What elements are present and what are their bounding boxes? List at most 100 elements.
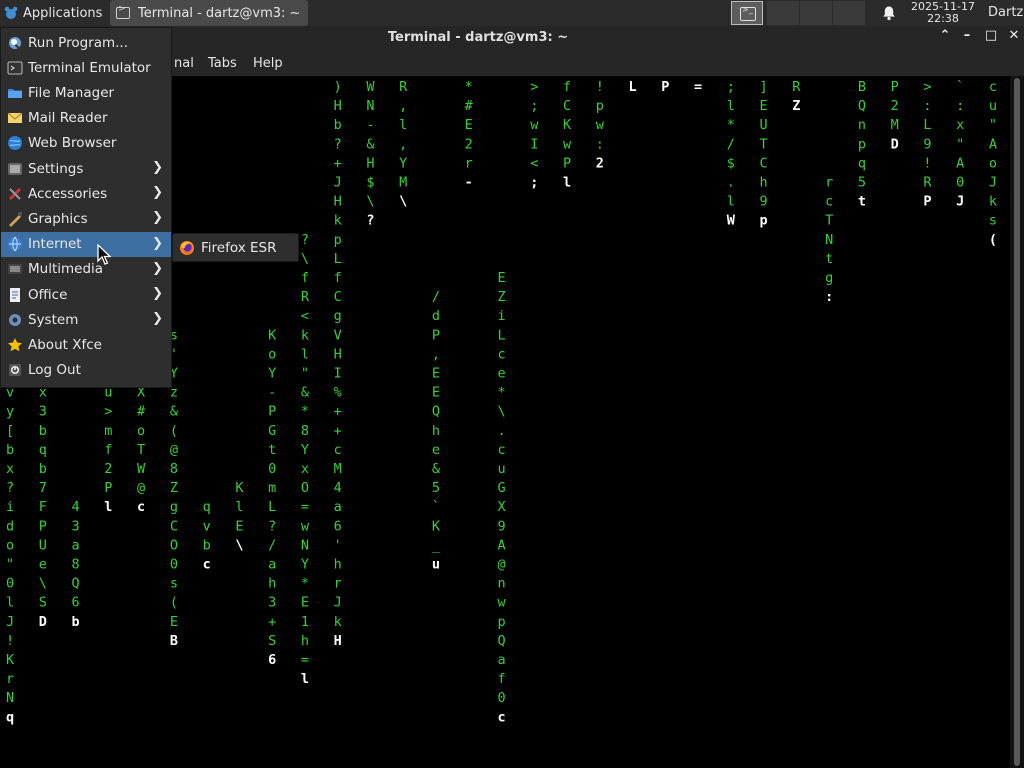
notification-bell-icon[interactable] xyxy=(881,5,897,21)
globe-icon xyxy=(8,136,22,151)
matrix-char: m xyxy=(268,480,276,496)
internet-submenu: Firefox ESR xyxy=(172,233,299,262)
terminal-icon xyxy=(740,5,756,21)
taskbar-terminal-button[interactable]: Terminal - dartz@vm3: ~ xyxy=(110,0,308,26)
maximize-icon[interactable]: □ xyxy=(982,28,1000,48)
app-menu-item-about-xfce[interactable]: About Xfce xyxy=(1,332,171,357)
matrix-char: q xyxy=(203,499,211,515)
workspace-4[interactable] xyxy=(833,1,865,25)
user-menu[interactable]: Dartz xyxy=(988,5,1023,20)
app-menu-item-multimedia[interactable]: Multimedia ❯ xyxy=(1,257,171,282)
scrollbar-thumb[interactable] xyxy=(1014,78,1020,766)
submenu-item-firefox[interactable]: Firefox ESR xyxy=(201,240,276,256)
app-menu-item-label: Mail Reader xyxy=(28,110,108,127)
app-menu-item-label: Run Program... xyxy=(28,34,129,51)
matrix-char: J xyxy=(334,175,342,191)
applications-menu-button[interactable]: Applications xyxy=(0,0,110,26)
matrix-char: $ xyxy=(366,175,374,191)
matrix-char: D xyxy=(39,614,47,630)
menu-tabs[interactable]: Tabs xyxy=(208,56,237,71)
app-menu-item-label: Graphics xyxy=(28,210,88,227)
matrix-char: ! xyxy=(923,155,931,171)
matrix-char: > xyxy=(923,79,931,95)
matrix-char: M xyxy=(399,175,407,191)
app-menu-item-system[interactable]: System ❯ xyxy=(1,307,171,332)
matrix-char: q xyxy=(6,709,14,725)
close-icon[interactable]: ✕ xyxy=(1005,28,1023,48)
system-icon xyxy=(9,313,21,326)
matrix-char: \ xyxy=(399,194,407,210)
matrix-char: 9 xyxy=(497,518,505,534)
matrix-char: g xyxy=(170,499,178,515)
app-menu-item-internet[interactable]: Internet ❯ xyxy=(1,231,171,257)
app-menu-item-log-out[interactable]: Log Out xyxy=(1,358,171,383)
matrix-char: O xyxy=(170,537,178,553)
app-menu-item-label: Log Out xyxy=(28,362,81,379)
matrix-char: h xyxy=(334,557,342,573)
matrix-char: k xyxy=(334,213,342,229)
matrix-char: # xyxy=(137,404,146,420)
menu-terminal[interactable]: nal xyxy=(174,56,194,71)
matrix-char: * xyxy=(301,404,309,420)
app-menu-item-office[interactable]: Office ❯ xyxy=(1,282,171,307)
matrix-char: K xyxy=(268,327,277,343)
matrix-char: c xyxy=(334,442,342,458)
matrix-char: K xyxy=(563,117,572,133)
app-menu-item-web-browser[interactable]: Web Browser xyxy=(1,131,171,156)
matrix-char: + xyxy=(334,404,342,420)
menu-help[interactable]: Help xyxy=(253,56,283,71)
matrix-char: G xyxy=(497,480,505,496)
matrix-char: 9 xyxy=(923,136,931,152)
matrix-char: P xyxy=(891,79,899,95)
matrix-char: L xyxy=(923,117,931,133)
app-menu-item-run-program[interactable]: Run Program... xyxy=(1,30,171,55)
app-menu-item-mail-reader[interactable]: Mail Reader xyxy=(1,106,171,131)
workspace-1[interactable] xyxy=(731,1,763,25)
matrix-char: N xyxy=(366,98,374,114)
terminal-scrollbar[interactable] xyxy=(1010,76,1024,768)
workspace-2[interactable] xyxy=(767,1,799,25)
matrix-char: Q xyxy=(497,633,505,649)
matrix-char: u xyxy=(497,461,505,477)
matrix-char: * xyxy=(727,117,735,133)
matrix-char: . xyxy=(727,175,735,191)
matrix-char: 2 xyxy=(465,136,473,152)
matrix-char: J xyxy=(956,194,964,210)
matrix-char: K xyxy=(235,480,244,496)
matrix-char: 6 xyxy=(268,652,276,668)
app-menu-item-accessories[interactable]: Accessories ❯ xyxy=(1,181,171,206)
app-menu-item-file-manager[interactable]: File Manager xyxy=(1,80,171,105)
chevron-up-icon[interactable]: ⌃ xyxy=(936,28,954,48)
app-menu-item-settings[interactable]: Settings ❯ xyxy=(1,156,171,181)
workspace-3[interactable] xyxy=(800,1,832,25)
matrix-char: T xyxy=(137,442,145,458)
matrix-char: K xyxy=(6,652,15,668)
matrix-char: L xyxy=(334,251,342,267)
app-menu-item-graphics[interactable]: Graphics ❯ xyxy=(1,206,171,231)
clock[interactable]: 2025-11-17 22:38 xyxy=(908,1,978,25)
matrix-char: d xyxy=(432,308,440,324)
matrix-char: + xyxy=(334,423,342,439)
minimize-icon[interactable]: – xyxy=(958,28,976,48)
matrix-char: > xyxy=(530,79,538,95)
matrix-char: ( xyxy=(989,232,997,248)
matrix-char: E xyxy=(235,518,243,534)
app-menu-item-terminal-emulator[interactable]: Terminal Emulator xyxy=(1,55,171,80)
matrix-char: p xyxy=(596,98,604,114)
matrix-char: ? xyxy=(334,136,342,152)
matrix-char: n xyxy=(858,117,866,133)
matrix-char: c xyxy=(497,442,505,458)
matrix-char: ] xyxy=(760,79,768,95)
matrix-char: c xyxy=(203,557,211,573)
matrix-char: @ xyxy=(497,557,505,573)
matrix-char: R xyxy=(923,175,932,191)
matrix-char: \ xyxy=(497,404,505,420)
matrix-char: d xyxy=(6,518,14,534)
app-menu-item-label: Settings xyxy=(28,160,84,177)
app-menu-item-label: System xyxy=(28,311,79,328)
matrix-char: f xyxy=(301,270,309,286)
matrix-char: < xyxy=(301,308,309,324)
matrix-char: 0 xyxy=(268,461,276,477)
matrix-char: M xyxy=(891,117,899,133)
matrix-char: " xyxy=(6,557,14,573)
